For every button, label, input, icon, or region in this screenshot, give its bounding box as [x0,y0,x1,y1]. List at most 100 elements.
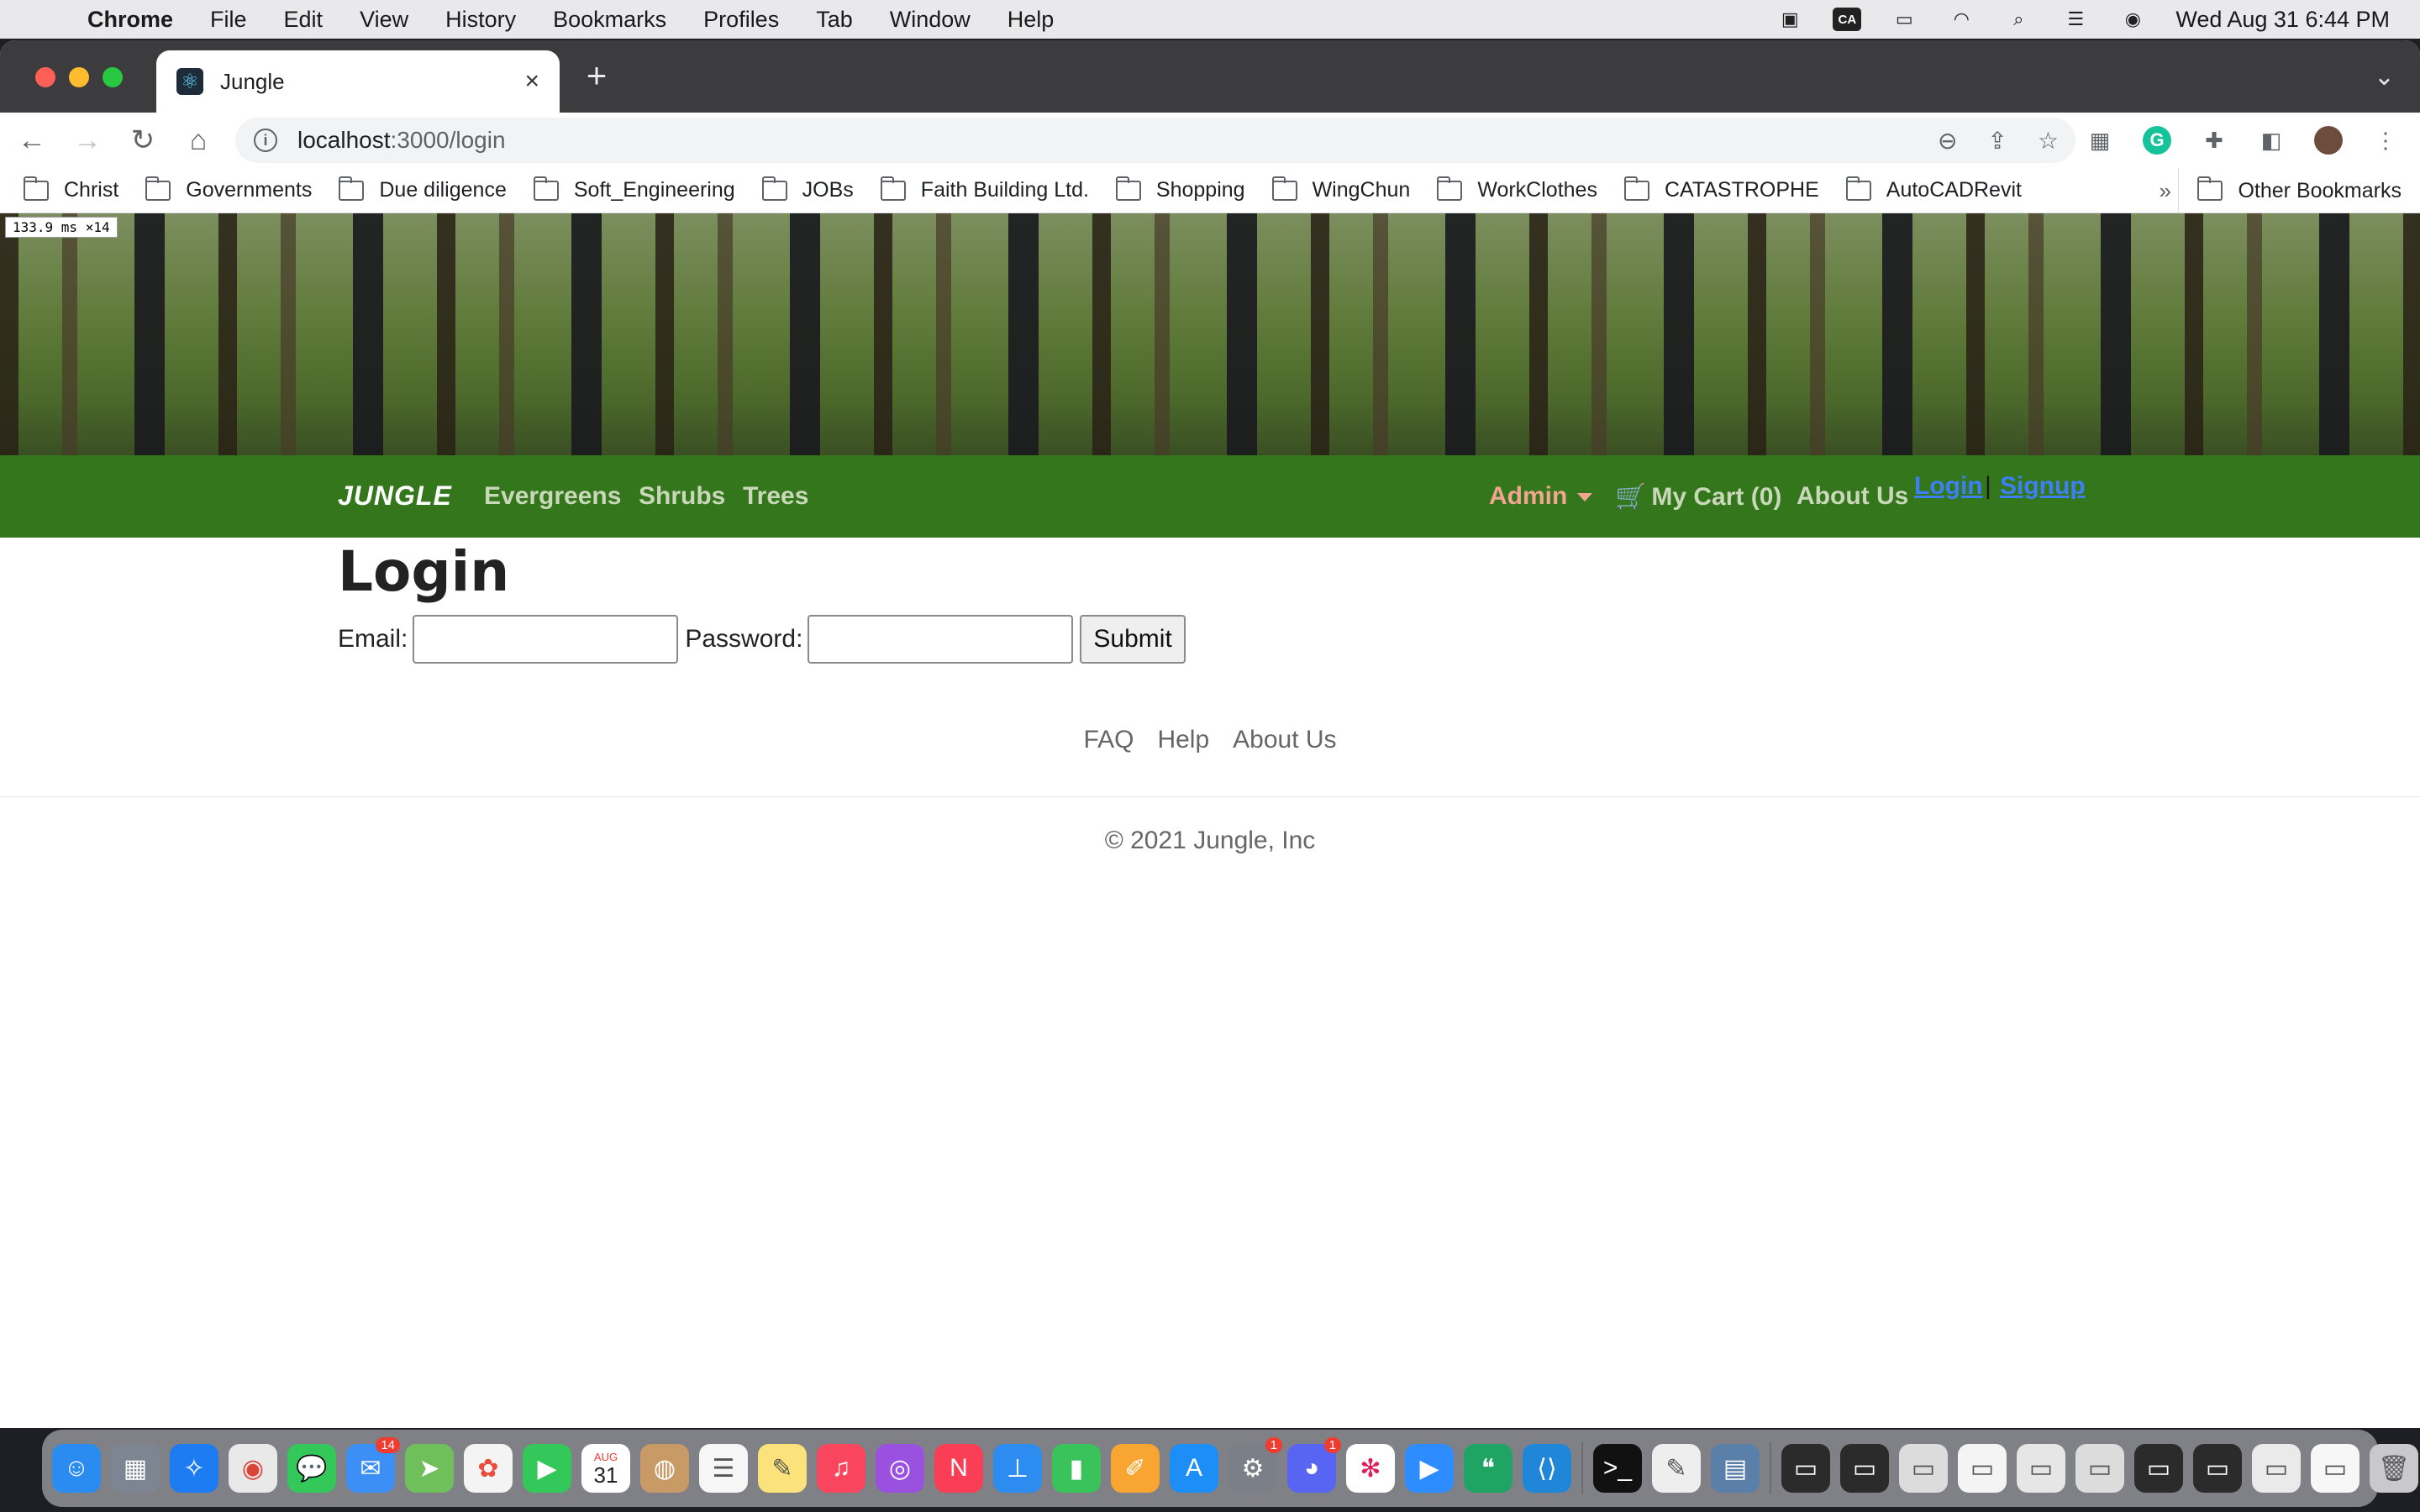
password-field[interactable] [808,615,1074,664]
launchpad-icon[interactable]: ▦ [111,1444,160,1493]
reload-icon[interactable]: ↻ [119,117,166,164]
menu-edit[interactable]: Edit [284,7,324,33]
google-chat-icon[interactable]: ❝ [1464,1444,1512,1493]
search-icon[interactable]: ⌕ [2004,8,2033,31]
news-icon[interactable]: N [934,1444,983,1493]
bookmark-folder[interactable]: WorkClothes [1437,176,1597,202]
zoom-icon[interactable]: ▶ [1405,1444,1454,1493]
siri-icon[interactable]: ◉ [2118,8,2147,31]
back-arrow-icon[interactable]: ← [8,117,55,164]
other-bookmarks[interactable]: Other Bookmarks [2178,168,2402,213]
submit-button[interactable]: Submit [1080,615,1186,664]
contacts-icon[interactable]: ◍ [640,1444,689,1493]
photos-icon[interactable]: ✿ [464,1444,513,1493]
menu-view[interactable]: View [360,7,408,33]
ca-icon[interactable]: CA [1833,8,1862,31]
extension-placeholder-icon[interactable]: ▦ [2086,126,2114,155]
keynote-icon[interactable]: ⊥ [993,1444,1042,1493]
reminders-icon[interactable]: ☰ [699,1444,748,1493]
signup-link[interactable]: Signup [2000,472,2086,501]
bookmark-folder[interactable]: Christ [24,176,118,202]
notes-icon[interactable]: ✎ [758,1444,807,1493]
bookmarks-overflow-button[interactable]: » [2160,178,2171,204]
bookmark-folder[interactable]: Due diligence [339,176,507,202]
minimized-window-icon[interactable]: ▭ [2252,1444,2301,1493]
nav-my-cart[interactable]: 🛒 My Cart (0) [1615,482,1781,512]
admin-dropdown[interactable]: Admin [1489,482,1593,511]
terminal-icon[interactable]: >_ [1593,1444,1642,1493]
bookmark-folder[interactable]: Soft_Engineering [533,176,735,202]
slack-icon[interactable]: ✻ [1346,1444,1395,1493]
minimized-window-icon[interactable]: ▭ [2134,1444,2183,1493]
puzzle-extensions-icon[interactable]: ✚ [2200,126,2228,155]
trash-icon[interactable]: 🗑 [2370,1444,2418,1493]
facetime-icon[interactable]: ▶ [523,1444,571,1493]
minimized-window-icon[interactable]: ▭ [2311,1444,2360,1493]
menu-window[interactable]: Window [890,7,971,33]
bookmark-folder[interactable]: AutoCADRevit [1845,176,2022,202]
home-icon[interactable]: ⌂ [175,117,222,164]
app-store-icon[interactable]: A [1170,1444,1218,1493]
battery-icon[interactable]: ▭ [1890,8,1918,31]
minimized-window-icon[interactable]: ▭ [2017,1444,2065,1493]
preview-icon[interactable]: ▤ [1711,1444,1760,1493]
bookmark-folder[interactable]: CATASTROPHE [1623,176,1819,202]
discord-icon[interactable]: ◕ 1 [1287,1437,1341,1493]
minimize-window-button[interactable] [69,67,89,87]
share-icon[interactable]: ⇪ [1987,127,2007,155]
wifi-icon[interactable]: ◠ [1947,8,1975,31]
system-preferences-icon[interactable]: ⚙ 1 [1228,1437,1282,1493]
minimized-window-icon[interactable]: ▭ [1840,1444,1889,1493]
bookmark-folder[interactable]: Shopping [1115,176,1245,202]
footer-faq-link[interactable]: FAQ [1083,726,1134,754]
bookmark-folder[interactable]: JOBs [761,176,854,202]
bookmark-folder[interactable]: Governments [145,176,312,202]
footer-about-link[interactable]: About Us [1233,726,1336,754]
nav-trees[interactable]: Trees [743,482,808,511]
site-info-icon[interactable]: i [254,129,277,152]
menu-file[interactable]: File [210,7,247,33]
forward-arrow-icon[interactable]: → [64,117,111,164]
monitor-icon[interactable]: ▣ [1776,8,1804,31]
tab-search-chevron-icon[interactable]: ⌄ [2374,62,2395,92]
menu-history[interactable]: History [445,7,516,33]
nav-about-us[interactable]: About Us [1797,482,1908,511]
bookmark-star-icon[interactable]: ☆ [2038,127,2059,155]
address-bar[interactable]: i localhost:3000/login ⊖ ⇪ ☆ [235,118,2075,163]
finder-icon[interactable]: ☺ [52,1444,101,1493]
menu-profiles[interactable]: Profiles [703,7,779,33]
login-link[interactable]: Login [1914,472,1983,501]
calendar-icon[interactable]: AUG 31 [581,1444,630,1493]
safari-icon[interactable]: ✧ [170,1444,218,1493]
tab-close-icon[interactable]: × [524,67,539,96]
footer-help-link[interactable]: Help [1157,726,1209,754]
pages-icon[interactable]: ✐ [1111,1444,1160,1493]
email-field[interactable] [413,615,679,664]
minimized-window-icon[interactable]: ▭ [2193,1444,2242,1493]
kebab-menu-icon[interactable]: ⋮ [2371,126,2400,155]
url-text[interactable]: localhost:3000/login [297,127,506,154]
textedit-icon[interactable]: ✎ [1652,1444,1701,1493]
close-window-button[interactable] [35,67,55,87]
minimized-window-icon[interactable]: ▭ [1781,1444,1830,1493]
menu-help[interactable]: Help [1007,7,1055,33]
minimized-window-icon[interactable]: ▭ [2075,1444,2124,1493]
grammarly-icon[interactable]: G [2143,126,2171,155]
chrome-icon[interactable]: ◉ [229,1444,277,1493]
minimized-window-icon[interactable]: ▭ [1899,1444,1948,1493]
zoom-window-button[interactable] [103,67,123,87]
zoom-out-icon[interactable]: ⊖ [1938,127,1957,155]
brand-logo[interactable]: JUNGLE [338,480,452,512]
menu-clock[interactable]: Wed Aug 31 6:44 PM [2175,7,2390,33]
tab-jungle[interactable]: ⚛ Jungle × [156,50,560,113]
messages-icon[interactable]: 💬 [287,1444,336,1493]
music-icon[interactable]: ♫ [817,1444,865,1493]
menu-bookmarks[interactable]: Bookmarks [553,7,666,33]
menu-app-name[interactable]: Chrome [87,7,173,33]
numbers-icon[interactable]: ▮ [1052,1444,1101,1493]
mail-icon[interactable]: ✉ 14 [346,1437,400,1493]
nav-evergreens[interactable]: Evergreens [484,482,621,511]
side-panel-icon[interactable]: ◧ [2257,126,2286,155]
vscode-icon[interactable]: ⟨⟩ [1523,1444,1571,1493]
nav-shrubs[interactable]: Shrubs [639,482,725,511]
